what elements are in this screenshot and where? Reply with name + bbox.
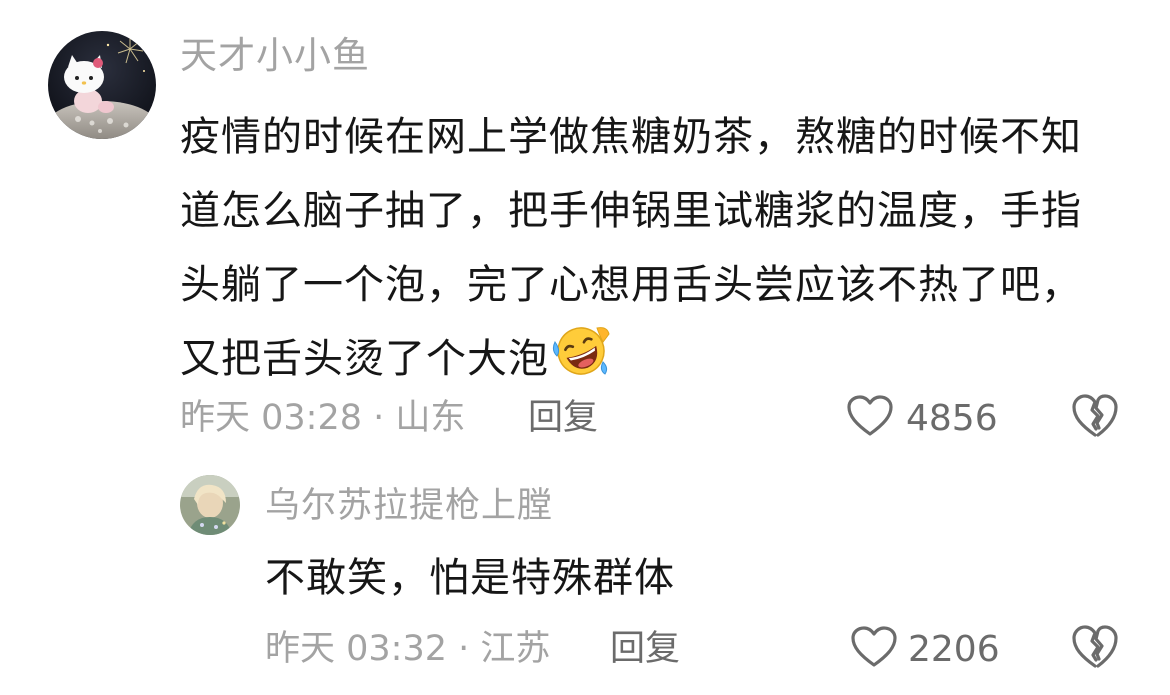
comment-text-content: 疫情的时候在网上学做焦糖奶茶，熬糖的时候不知道怎么脑子抽了，把手伸锅里试糖浆的温… bbox=[180, 114, 1082, 382]
rolling-on-floor-laughing-icon bbox=[551, 324, 611, 402]
like-count: 2206 bbox=[908, 628, 1000, 670]
like-button[interactable]: 2206 bbox=[850, 623, 1000, 675]
dislike-button[interactable] bbox=[1071, 624, 1119, 674]
comment-meta: 昨天 03:28 · 山东 bbox=[180, 398, 466, 438]
avatar-image bbox=[48, 31, 156, 139]
reply-button[interactable]: 回复 bbox=[528, 392, 598, 444]
username[interactable]: 天才小小鱼 bbox=[180, 30, 370, 82]
username[interactable]: 乌尔苏拉提枪上膛 bbox=[265, 480, 553, 532]
like-button[interactable]: 4856 bbox=[846, 392, 998, 444]
comment-meta: 昨天 03:32 · 江苏 bbox=[265, 629, 551, 669]
heart-icon bbox=[846, 394, 894, 442]
broken-heart-icon bbox=[1071, 625, 1119, 674]
heart-icon bbox=[850, 625, 898, 673]
broken-heart-icon bbox=[1071, 394, 1119, 443]
avatar[interactable] bbox=[48, 31, 156, 139]
avatar[interactable] bbox=[180, 475, 240, 535]
avatar-image bbox=[180, 475, 240, 535]
reply-button[interactable]: 回复 bbox=[610, 623, 680, 675]
comment-text: 疫情的时候在网上学做焦糖奶茶，熬糖的时候不知道怎么脑子抽了，把手伸锅里试糖浆的温… bbox=[180, 100, 1110, 402]
like-count: 4856 bbox=[906, 397, 998, 439]
comment-text: 不敢笑，怕是特殊群体 bbox=[265, 555, 675, 601]
dislike-button[interactable] bbox=[1071, 393, 1119, 443]
